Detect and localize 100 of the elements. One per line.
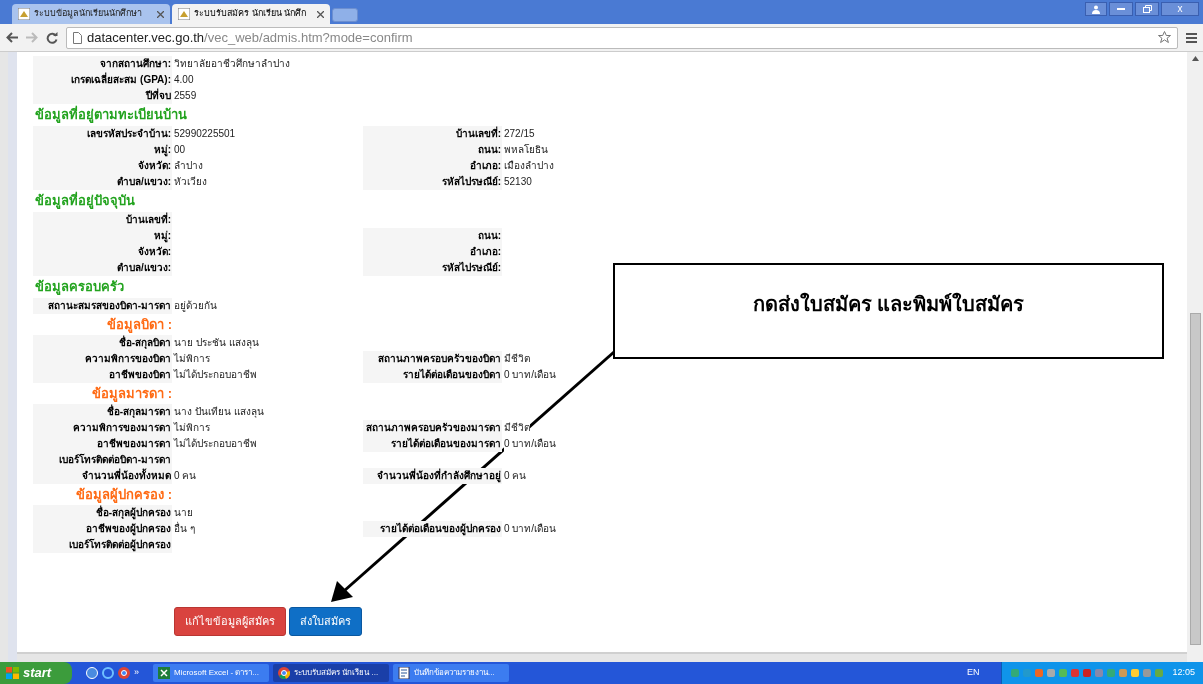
field-label: ถนน:	[363, 142, 502, 158]
field-label: ตำบล/แขวง:	[33, 260, 172, 276]
restore-icon	[1142, 5, 1152, 13]
url-path: /vec_web/admis.htm?mode=confirm	[204, 29, 413, 45]
tab-favicon-icon	[18, 8, 30, 20]
clock: 12:05	[1172, 666, 1195, 680]
field-label: อาชีพของบิดา	[33, 367, 172, 383]
scroll-up-icon[interactable]	[1191, 56, 1199, 61]
maximize-button[interactable]	[1135, 2, 1159, 16]
field-value: อื่น ๆ	[174, 521, 195, 537]
field-label: เกรดเฉลี่ยสะสม (GPA):	[33, 72, 172, 88]
field-label: ตำบล/แขวง:	[33, 174, 172, 190]
close-icon[interactable]	[157, 10, 164, 18]
field-label: บ้านเลขที่:	[363, 126, 502, 142]
field-label: อำเภอ:	[363, 244, 502, 260]
scrollbar-thumb[interactable]	[1189, 313, 1201, 645]
section-subheading: ข้อมูลบิดา :	[106, 315, 172, 335]
field-label: ชื่อ-สกุลผู้ปกครอง	[33, 505, 172, 521]
tray-icon[interactable]	[1010, 668, 1021, 678]
close-button[interactable]: x	[1161, 2, 1199, 16]
minimize-button[interactable]	[1109, 2, 1133, 16]
field-label: ความพิการของบิดา	[33, 351, 172, 367]
field-label: รายได้ต่อเดือนของมารดา	[363, 436, 502, 452]
star-icon[interactable]	[1158, 31, 1171, 44]
tray-icon[interactable]	[1058, 668, 1069, 678]
language-indicator[interactable]: EN	[966, 666, 980, 680]
page-icon	[73, 31, 82, 44]
tray-icon[interactable]	[1130, 668, 1141, 678]
field-label: ความพิการของมารดา	[33, 420, 172, 436]
tray-icon[interactable]	[1094, 668, 1105, 678]
tray-icon[interactable]	[1070, 668, 1081, 678]
tray-icon[interactable]	[1106, 668, 1117, 678]
field-label: บ้านเลขที่:	[33, 212, 172, 228]
close-icon[interactable]	[317, 10, 324, 18]
minimize-icon	[1117, 8, 1125, 10]
field-label: รายได้ต่อเดือนของผู้ปกครอง	[363, 521, 502, 537]
field-value: 0 บาท/เดือน	[504, 436, 557, 452]
windows-logo-icon	[6, 667, 19, 679]
field-label: หมู่:	[33, 142, 172, 158]
field-label: หมู่:	[33, 228, 172, 244]
field-label: สถานภาพครอบครัวของบิดา	[363, 351, 502, 367]
field-label: ถนน:	[363, 228, 502, 244]
field-label: จำนวนพี่น้องทั้งหมด	[33, 468, 172, 484]
start-button[interactable]: start	[0, 662, 72, 684]
field-label: เลขรหัสประจำบ้าน:	[33, 126, 172, 142]
document-icon	[398, 667, 410, 679]
field-label: เบอร์โทรติดต่อผู้ปกครอง	[33, 537, 172, 553]
tab-favicon-icon	[178, 8, 190, 20]
field-label: จากสถานศึกษา:	[33, 56, 172, 72]
user-button[interactable]	[1085, 2, 1107, 16]
address-bar[interactable]: datacenter.vec.go.th/vec_web/admis.htm?mode=confirm	[66, 26, 1178, 49]
field-label: สถานะสมรสของบิดา-มารดา	[33, 298, 172, 314]
field-label: รหัสไปรษณีย์:	[363, 260, 502, 276]
tray-icon[interactable]	[1154, 668, 1165, 678]
back-icon[interactable]	[6, 32, 18, 43]
taskbar-item[interactable]: Microsoft Excel - ดารา...	[153, 664, 269, 682]
field-label: จังหวัด:	[33, 158, 172, 174]
submit-button[interactable]: ส่งใบสมัคร	[289, 607, 362, 636]
field-label: สถานภาพครอบครัวของมารดา	[363, 420, 502, 436]
section-subheading: ข้อมูลมารดา :	[91, 384, 172, 404]
callout-box: กดส่งใบสมัคร และพิมพ์ใบสมัคร	[613, 263, 1164, 359]
tray-icon[interactable]	[1034, 668, 1045, 678]
field-label: ปีที่จบ	[33, 88, 172, 104]
field-label: จังหวัด:	[33, 244, 172, 260]
taskbar-item[interactable]: ระบบรับสมัคร นักเรียน ...	[273, 664, 389, 682]
field-value: มีชีวิต	[504, 420, 530, 436]
section-heading: ข้อมูลที่อยู่ปัจจุบัน	[35, 191, 135, 211]
field-label: รายได้ต่อเดือนของบิดา	[363, 367, 502, 383]
browser-tab[interactable]: ระบบรับสมัคร นักเรียน นักศึก	[172, 4, 330, 24]
tray-icon[interactable]	[1118, 668, 1129, 678]
scrollbar[interactable]	[1187, 52, 1203, 662]
forward-icon[interactable]	[26, 32, 38, 43]
person-icon	[1092, 4, 1100, 14]
field-label: เบอร์โทรติดต่อบิดา-มารดา	[33, 452, 172, 468]
tray-icon[interactable]	[1142, 668, 1153, 678]
field-label: ชื่อ-สกุลมารดา	[33, 404, 172, 420]
more-button[interactable]: »	[134, 666, 139, 680]
new-tab-button[interactable]	[332, 8, 358, 22]
section-heading: ข้อมูลที่อยู่ตามทะเบียนบ้าน	[35, 105, 187, 125]
url-host: datacenter.vec.go.th	[87, 29, 205, 45]
taskbar-item[interactable]: บันทึกข้อความรายงาน...	[393, 664, 509, 682]
field-label: อาชีพของผู้ปกครอง	[33, 521, 172, 537]
tray-icon[interactable]	[1022, 668, 1033, 678]
section-heading: ข้อมูลครอบครัว	[35, 278, 124, 297]
field-value: นาย ประชัน แสงลุน	[174, 335, 259, 351]
tray-icon[interactable]	[1082, 668, 1093, 678]
field-label: ชื่อ-สกุลบิดา	[33, 335, 172, 351]
menu-icon[interactable]	[1186, 32, 1197, 43]
field-label: รหัสไปรษณีย์:	[363, 174, 502, 190]
field-value: นาง ปันเทียน แสงลุน	[174, 404, 264, 420]
field-label: จำนวนพี่น้องที่กำลังศึกษาอยู่	[363, 468, 502, 484]
browser-tab[interactable]: ระบบข้อมูลนักเรียนนักศึกษา	[12, 4, 170, 24]
spreadsheet-icon	[158, 667, 170, 679]
field-label: อำเภอ:	[363, 158, 502, 174]
edit-button[interactable]: แก้ไขข้อมูลผู้สมัคร	[174, 607, 286, 636]
section-subheading: ข้อมูลผู้ปกครอง :	[75, 485, 172, 505]
tray-icon[interactable]	[1046, 668, 1057, 678]
field-label: อาชีพของมารดา	[33, 436, 172, 452]
field-value: อยู่ด้วยกัน	[174, 298, 217, 314]
reload-icon[interactable]	[46, 31, 58, 44]
